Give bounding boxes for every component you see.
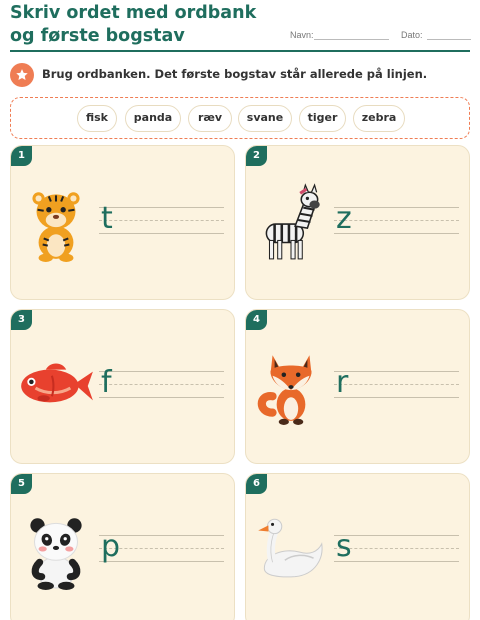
writing-line-mid — [99, 384, 224, 385]
exercise-card-2: 2 z — [245, 145, 470, 300]
first-letter: t — [101, 201, 113, 236]
writing-line-mid — [334, 548, 459, 549]
exercise-card-1: 1 t — [10, 145, 235, 300]
card-number: 1 — [11, 146, 32, 166]
name-field[interactable]: Navn: — [290, 30, 389, 40]
first-letter: p — [101, 529, 121, 564]
date-field[interactable]: Dato: — [401, 30, 471, 40]
page-title: Skriv ordet med ordbank og første bogsta… — [10, 3, 257, 46]
writing-line-base — [334, 561, 459, 562]
card-number: 5 — [11, 474, 32, 494]
swan-icon — [258, 518, 323, 578]
writing-line-mid — [99, 220, 224, 221]
header-rule — [10, 50, 470, 52]
fish-icon — [21, 363, 93, 403]
date-line — [427, 39, 471, 40]
writing-line-base — [99, 397, 224, 398]
word-chip-zebra: zebra — [353, 105, 405, 132]
first-letter: z — [336, 201, 352, 236]
writing-line-mid — [334, 384, 459, 385]
zebra-icon — [265, 183, 320, 260]
writing-line-top — [334, 371, 459, 372]
writing-line-top — [334, 535, 459, 536]
word-chip-fisk: fisk — [77, 105, 117, 132]
star-icon — [10, 63, 34, 87]
fox-icon — [257, 355, 312, 425]
first-letter: f — [101, 365, 112, 400]
word-chip-raev: ræv — [188, 105, 232, 132]
exercise-card-3: 3 f — [10, 309, 235, 464]
word-bank: fisk panda ræv svane tiger zebra — [10, 97, 470, 139]
first-letter: r — [336, 365, 349, 400]
exercise-card-5: 5 p — [10, 473, 235, 620]
card-number: 3 — [11, 310, 32, 330]
writing-line-top — [334, 207, 459, 208]
writing-line-mid — [334, 220, 459, 221]
word-chip-panda: panda — [125, 105, 181, 132]
exercise-card-6: 6 s — [245, 473, 470, 620]
writing-line-top — [99, 371, 224, 372]
writing-line-base — [334, 233, 459, 234]
name-label: Navn: — [290, 30, 314, 40]
word-chip-tiger: tiger — [299, 105, 346, 132]
date-label: Dato: — [401, 30, 423, 40]
card-number: 2 — [246, 146, 267, 166]
instruction-text: Brug ordbanken. Det første bogstav står … — [42, 67, 428, 81]
writing-line-base — [99, 233, 224, 234]
writing-line-top — [99, 207, 224, 208]
exercise-card-4: 4 r — [245, 309, 470, 464]
card-number: 6 — [246, 474, 267, 494]
word-chip-svane: svane — [238, 105, 292, 132]
first-letter: s — [336, 529, 352, 564]
instruction: Brug ordbanken. Det første bogstav står … — [10, 63, 470, 87]
card-number: 4 — [246, 310, 267, 330]
tiger-icon — [32, 192, 80, 262]
panda-icon — [30, 518, 82, 590]
name-line — [314, 39, 389, 40]
writing-line-base — [334, 397, 459, 398]
